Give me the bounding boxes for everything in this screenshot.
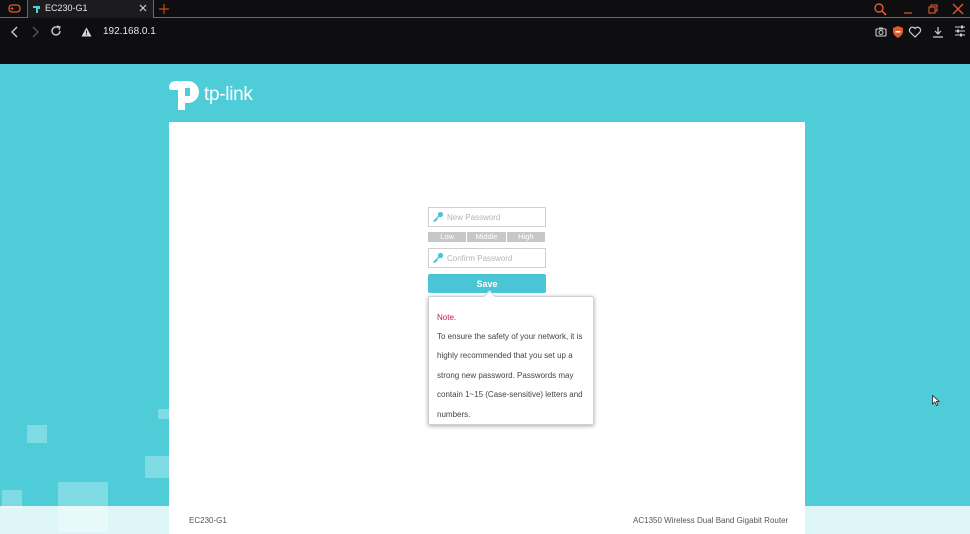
decorative-square bbox=[145, 456, 169, 478]
footer-model: EC230-G1 bbox=[189, 516, 227, 525]
content-panel: Low Middle High Save Note. To ensure the… bbox=[169, 122, 805, 534]
key-icon bbox=[433, 211, 444, 222]
heart-icon[interactable] bbox=[908, 25, 922, 39]
new-tab-icon[interactable] bbox=[158, 3, 170, 15]
router-login-page: tp-link Low Middle High Save Note. To en… bbox=[0, 64, 970, 534]
footer-description: AC1350 Wireless Dual Band Gigabit Router bbox=[633, 516, 789, 525]
password-note-tooltip: Note. To ensure the safety of your netwo… bbox=[428, 296, 594, 425]
confirm-password-field[interactable] bbox=[428, 248, 546, 268]
strength-high: High bbox=[506, 232, 545, 242]
key-icon bbox=[433, 252, 444, 263]
password-strength-meter: Low Middle High bbox=[428, 232, 545, 242]
page-footer: EC230-G1 AC1350 Wireless Dual Band Gigab… bbox=[0, 506, 970, 534]
search-icon[interactable] bbox=[873, 2, 887, 16]
address-bar[interactable]: 192.168.0.1 bbox=[103, 26, 156, 37]
reload-icon[interactable] bbox=[49, 24, 63, 38]
new-password-input[interactable] bbox=[447, 208, 543, 226]
minimize-icon[interactable] bbox=[901, 2, 915, 16]
browser-tab[interactable]: EC230-G1 bbox=[27, 0, 154, 18]
settings-sliders-icon[interactable] bbox=[953, 24, 967, 38]
shield-icon[interactable] bbox=[891, 25, 905, 39]
new-password-field[interactable] bbox=[428, 207, 546, 227]
save-button[interactable]: Save bbox=[428, 274, 546, 293]
forward-icon[interactable] bbox=[28, 25, 42, 39]
strength-low: Low bbox=[428, 232, 467, 242]
tp-link-logo-icon bbox=[169, 81, 199, 110]
browser-toolbar: 192.168.0.1 bbox=[0, 18, 970, 64]
gamepad-icon[interactable] bbox=[8, 3, 21, 14]
tab-bar: EC230-G1 bbox=[0, 0, 970, 18]
camera-icon[interactable] bbox=[874, 25, 888, 39]
note-title: Note. bbox=[437, 313, 457, 322]
not-secure-warning-icon[interactable] bbox=[81, 27, 92, 37]
confirm-password-input[interactable] bbox=[447, 249, 543, 267]
download-icon[interactable] bbox=[931, 25, 945, 39]
tab-title: EC230-G1 bbox=[45, 3, 88, 13]
logo-text: tp-link bbox=[204, 84, 253, 105]
close-window-icon[interactable] bbox=[951, 2, 965, 16]
mouse-cursor-icon bbox=[932, 395, 940, 406]
back-icon[interactable] bbox=[8, 25, 22, 39]
strength-middle: Middle bbox=[467, 232, 506, 242]
restore-icon[interactable] bbox=[926, 2, 940, 16]
tab-close-icon[interactable] bbox=[138, 3, 148, 13]
decorative-square bbox=[27, 425, 47, 443]
note-body: To ensure the safety of your network, it… bbox=[437, 332, 583, 419]
tp-link-favicon-icon bbox=[33, 6, 40, 13]
